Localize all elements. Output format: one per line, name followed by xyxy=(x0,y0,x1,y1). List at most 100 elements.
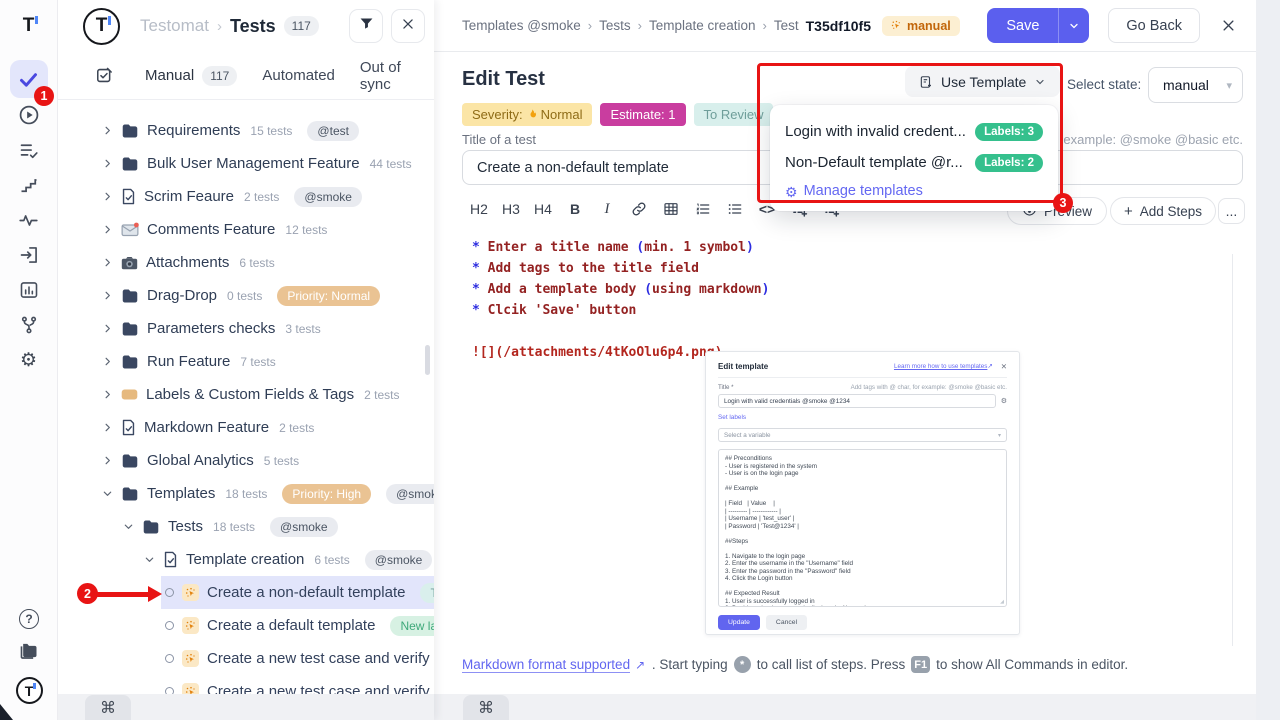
tree-folder-item[interactable]: Drag-Drop0 testsPriority: Normal xyxy=(58,279,434,312)
hint-text: . Start typing xyxy=(648,657,728,672)
test-state-circle-icon xyxy=(165,588,174,597)
tree-folder-item[interactable]: Labels & Custom Fields & Tags2 tests xyxy=(58,378,434,411)
chevron-right-icon[interactable] xyxy=(102,356,113,367)
test-count: 18 tests xyxy=(225,487,267,501)
rail-import-icon[interactable] xyxy=(10,238,48,272)
rail-steps-icon[interactable] xyxy=(10,168,48,202)
rail-analytics-icon[interactable] xyxy=(10,273,48,307)
chevron-right-icon[interactable] xyxy=(102,158,113,169)
save-dropdown-button[interactable] xyxy=(1058,8,1089,43)
projects-icon[interactable] xyxy=(19,642,39,664)
command-palette-button[interactable]: ⌘ xyxy=(85,695,131,720)
section-title: Tests xyxy=(230,16,276,37)
toolbar-heading-3[interactable]: H3 xyxy=(496,194,526,224)
external-link-icon: ↗ xyxy=(635,658,645,672)
toolbar-bullet-list-icon[interactable] xyxy=(720,194,750,224)
test-badges: Severity: Normal Estimate: 1 To Review xyxy=(462,103,773,126)
app-logo-icon[interactable]: T xyxy=(0,0,57,52)
testomat-logo-icon[interactable]: T xyxy=(16,677,43,704)
tree-folder-item[interactable]: Parameters checks3 tests xyxy=(58,312,434,345)
folder-icon xyxy=(142,519,160,535)
preview-body-line: | Password | 'Test@1234' | xyxy=(725,523,1000,531)
preview-body-line: 2. Enter the username in the "Username" … xyxy=(725,560,1000,568)
tree-item-label: Create a non-default template xyxy=(207,584,405,601)
folder-icon xyxy=(121,156,139,172)
severity-prefix: Severity: xyxy=(472,107,523,122)
tags-hint: example: @smoke @basic etc. xyxy=(1063,132,1243,147)
tree-folder-item[interactable]: Templates18 testsPriority: High@smoke xyxy=(58,477,434,510)
state-select[interactable]: manual ▾ xyxy=(1148,67,1243,103)
preview-variable-select: Select a variable ▾ xyxy=(718,428,1007,442)
markdown-format-link[interactable]: Markdown format supported xyxy=(462,657,630,673)
test-count: 3 tests xyxy=(285,322,320,336)
breadcrumb-templates[interactable]: Templates @smoke xyxy=(462,18,581,33)
chevron-down-icon[interactable] xyxy=(144,554,155,565)
close-sidebar-button[interactable] xyxy=(391,9,425,43)
rail-settings-icon[interactable]: ⚙ xyxy=(10,343,48,377)
toolbar-italic[interactable]: I xyxy=(592,194,622,224)
tab-manual[interactable]: Manual 117 xyxy=(139,66,243,86)
filter-button[interactable] xyxy=(349,9,383,43)
tree-test-item[interactable]: Create a new test case and verify xyxy=(58,642,434,675)
chevron-right-icon[interactable] xyxy=(102,389,113,400)
toolbar-bold[interactable]: B xyxy=(560,194,590,224)
go-back-button[interactable]: Go Back xyxy=(1108,8,1200,43)
tree-folder-item[interactable]: Markdown Feature2 tests xyxy=(58,411,434,444)
chevron-down-icon[interactable] xyxy=(123,521,134,532)
tree-folder-item[interactable]: Attachments6 tests xyxy=(58,246,434,279)
compose-icon[interactable] xyxy=(95,66,114,85)
chevron-right-icon[interactable] xyxy=(102,455,113,466)
chevron-right-icon[interactable] xyxy=(102,290,113,301)
test-count: 18 tests xyxy=(213,520,255,534)
sidebar-footer: ⌘ xyxy=(58,694,434,720)
select-state-label: Select state: xyxy=(1067,77,1141,92)
test-count: 5 tests xyxy=(264,454,299,468)
breadcrumb-template-creation[interactable]: Template creation xyxy=(649,18,756,33)
tree-folder-item[interactable]: Scrim Feaure2 tests@smoke xyxy=(58,180,434,213)
tree-item-label: Run Feature xyxy=(147,353,230,370)
toolbar-heading-4[interactable]: H4 xyxy=(528,194,558,224)
test-id: T35df10f5 xyxy=(806,18,871,34)
close-editor-button[interactable] xyxy=(1221,18,1236,33)
test-state-circle-icon xyxy=(165,621,174,630)
tree-folder-item[interactable]: Requirements15 tests@test xyxy=(58,114,434,147)
rail-branches-icon[interactable] xyxy=(10,308,48,342)
toolbar-link-icon[interactable] xyxy=(624,194,654,224)
chevron-right-icon[interactable] xyxy=(102,257,113,268)
tree-folder-item[interactable]: Run Feature7 tests xyxy=(58,345,434,378)
add-steps-button[interactable]: + Add Steps xyxy=(1110,197,1216,225)
preview-body-line: 3. Enter the password in the "Password" … xyxy=(725,568,1000,576)
chevron-right-icon[interactable] xyxy=(102,422,113,433)
preview-body-line: | Username | 'test_user' | xyxy=(725,515,1000,523)
tree-folder-item[interactable]: Bulk User Management Feature44 tests xyxy=(58,147,434,180)
toolbar-heading-2[interactable]: H2 xyxy=(464,194,494,224)
folder-icon xyxy=(121,321,139,337)
toolbar-table-icon[interactable] xyxy=(656,194,686,224)
chevron-right-icon[interactable] xyxy=(102,125,113,136)
tab-out-of-sync[interactable]: Out of sync xyxy=(354,59,434,93)
tree-folder-item[interactable]: Template creation6 tests@smoke xyxy=(58,543,434,576)
project-logo-icon[interactable]: T xyxy=(83,8,120,45)
chevron-right-icon[interactable] xyxy=(102,323,113,334)
editor-more-button[interactable]: ... xyxy=(1218,198,1245,224)
sidebar-scrollbar[interactable] xyxy=(425,345,430,375)
tree-folder-item[interactable]: Comments Feature12 tests xyxy=(58,213,434,246)
tree-test-item[interactable]: Create a default templateNew label xyxy=(58,609,434,642)
tree-folder-item[interactable]: Tests18 tests@smoke xyxy=(58,510,434,543)
tab-automated[interactable]: Automated xyxy=(256,67,341,84)
help-icon[interactable]: ? xyxy=(19,609,39,629)
chevron-right-icon[interactable] xyxy=(102,224,113,235)
command-palette-button[interactable]: ⌘ xyxy=(463,695,509,720)
tree-item-label: Scrim Feaure xyxy=(144,188,234,205)
save-button[interactable]: Save xyxy=(987,8,1058,43)
chevron-right-icon[interactable] xyxy=(102,191,113,202)
tab-out-of-sync-label: Out of sync xyxy=(360,59,428,93)
markdown-editor[interactable]: * Enter a title name (min. 1 symbol)* Ad… xyxy=(472,237,769,363)
asterisk-key-badge: * xyxy=(734,656,751,673)
chevron-down-icon[interactable] xyxy=(102,488,113,499)
rail-test-plans-icon[interactable] xyxy=(10,133,48,167)
rail-pulse-icon[interactable] xyxy=(10,203,48,237)
breadcrumb-tests[interactable]: Tests xyxy=(599,18,631,33)
tree-folder-item[interactable]: Global Analytics5 tests xyxy=(58,444,434,477)
toolbar-ordered-list-icon[interactable] xyxy=(688,194,718,224)
